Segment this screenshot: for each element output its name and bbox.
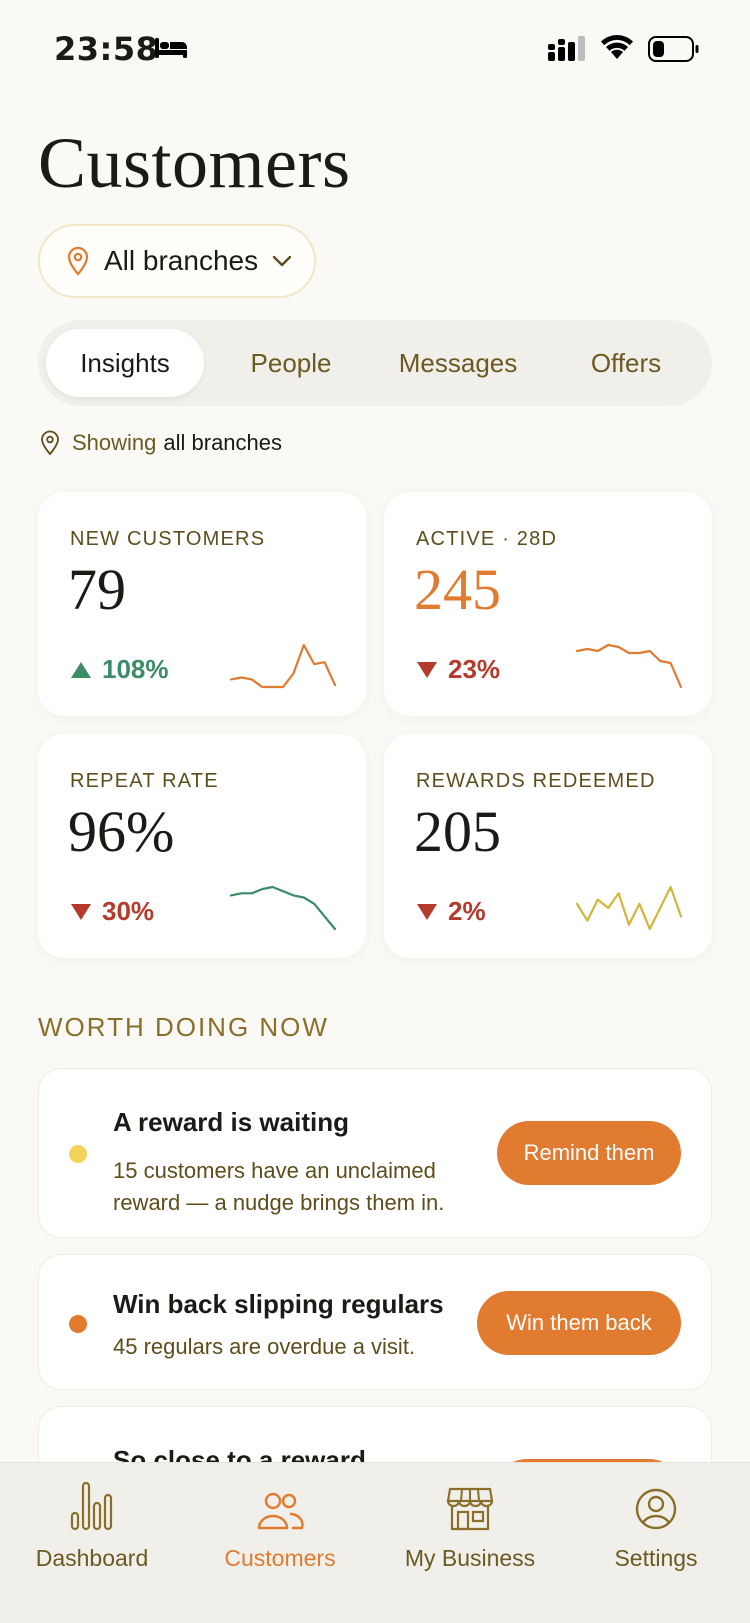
metric-card-new-customers[interactable]: NEW CUSTOMERS 79 108%	[38, 492, 366, 716]
showing-scope-value: all branches	[163, 430, 283, 455]
metric-value: 245	[414, 557, 501, 622]
metric-label: ACTIVE · 28D	[416, 528, 558, 550]
branch-selector[interactable]: All branches	[38, 224, 316, 298]
metric-value: 96%	[68, 799, 175, 864]
metric-delta-value: 108%	[102, 654, 169, 684]
location-pin-icon	[67, 246, 89, 276]
win-them-back-button[interactable]: Win them back	[477, 1291, 681, 1355]
bar-chart-icon	[70, 1481, 113, 1531]
sparkline-path	[575, 643, 683, 689]
action-title: Win back slipping regulars	[113, 1289, 444, 1319]
metric-label: REPEAT RATE	[70, 770, 219, 792]
showing-prefix: Showing	[72, 430, 157, 455]
signal-icon	[548, 36, 586, 67]
nav-label: Settings	[614, 1545, 698, 1571]
storefront-icon	[446, 1487, 494, 1531]
action-card-win-back: Win back slipping regulars 45 regulars a…	[38, 1254, 712, 1390]
customers-screen: 23:58 Customers All branches Insights Pe…	[0, 0, 750, 1623]
trend-down-icon	[71, 903, 91, 920]
wifi-icon	[600, 34, 634, 65]
metric-delta: 30%	[70, 896, 154, 927]
tab-messages[interactable]: Messages	[378, 329, 538, 397]
branch-selector-label: All branches	[104, 245, 259, 276]
chevron-down-icon	[272, 255, 292, 267]
tab-insights[interactable]: Insights	[46, 329, 204, 397]
nav-settings[interactable]: Settings	[586, 1473, 726, 1593]
action-card-reward-waiting: A reward is waiting 15 customers have an…	[38, 1068, 712, 1238]
user-circle-icon	[635, 1488, 677, 1530]
bottom-nav: Dashboard Customers My Business Settings	[0, 1462, 750, 1623]
status-dot	[69, 1145, 87, 1163]
metric-delta: 108%	[70, 654, 169, 685]
metric-delta-value: 2%	[448, 896, 486, 926]
status-dot	[69, 1315, 87, 1333]
sparkline-path	[229, 643, 337, 689]
metric-delta-value: 30%	[102, 896, 155, 926]
sparkline-path	[229, 885, 337, 931]
metric-card-repeat-rate[interactable]: REPEAT RATE 96% 30%	[38, 734, 366, 958]
trend-down-icon	[417, 903, 437, 920]
nav-label: Dashboard	[35, 1545, 149, 1571]
status-bar: 23:58	[0, 0, 750, 100]
segmented-tabs: Insights People Messages Offers	[38, 320, 712, 406]
battery-icon	[648, 36, 700, 67]
sparkline	[575, 643, 683, 689]
section-title-worth-doing: WORTH DOING NOW	[38, 1012, 329, 1042]
nav-customers[interactable]: Customers	[210, 1473, 350, 1593]
people-icon	[257, 1492, 304, 1530]
action-description-line1: 15 customers have an unclaimed	[113, 1158, 436, 1183]
metric-value: 205	[414, 799, 501, 864]
bed-icon	[154, 36, 188, 65]
trend-up-icon	[71, 661, 91, 678]
metric-label: NEW CUSTOMERS	[70, 528, 266, 550]
nav-label: Customers	[224, 1545, 336, 1571]
nav-label: My Business	[404, 1545, 536, 1571]
trend-down-icon	[417, 661, 437, 678]
tab-people[interactable]: People	[216, 329, 366, 397]
showing-scope: Showing all branches	[40, 430, 282, 456]
sparkline	[229, 885, 337, 931]
status-time: 23:58	[54, 30, 159, 68]
action-description-line1: 45 regulars are overdue a visit.	[113, 1334, 416, 1359]
sparkline	[575, 885, 683, 931]
metric-delta: 23%	[416, 654, 500, 685]
remind-them-button[interactable]: Remind them	[497, 1121, 681, 1185]
action-title: A reward is waiting	[113, 1107, 349, 1137]
sparkline-path	[575, 885, 683, 931]
sparkline	[229, 643, 337, 689]
metric-value: 79	[68, 557, 126, 622]
metric-delta-value: 23%	[448, 654, 501, 684]
metric-card-rewards-redeemed[interactable]: REWARDS REDEEMED 205 2%	[384, 734, 712, 958]
tab-offers[interactable]: Offers	[546, 329, 706, 397]
nav-dashboard[interactable]: Dashboard	[22, 1473, 162, 1593]
metric-label: REWARDS REDEEMED	[416, 770, 656, 792]
page-title: Customers	[38, 123, 351, 203]
action-description-line2: reward — a nudge brings them in.	[113, 1190, 445, 1215]
nav-my-business[interactable]: My Business	[390, 1473, 550, 1593]
location-pin-icon	[41, 430, 59, 456]
metric-card-active-28d[interactable]: ACTIVE · 28D 245 23%	[384, 492, 712, 716]
metric-delta: 2%	[416, 896, 486, 927]
